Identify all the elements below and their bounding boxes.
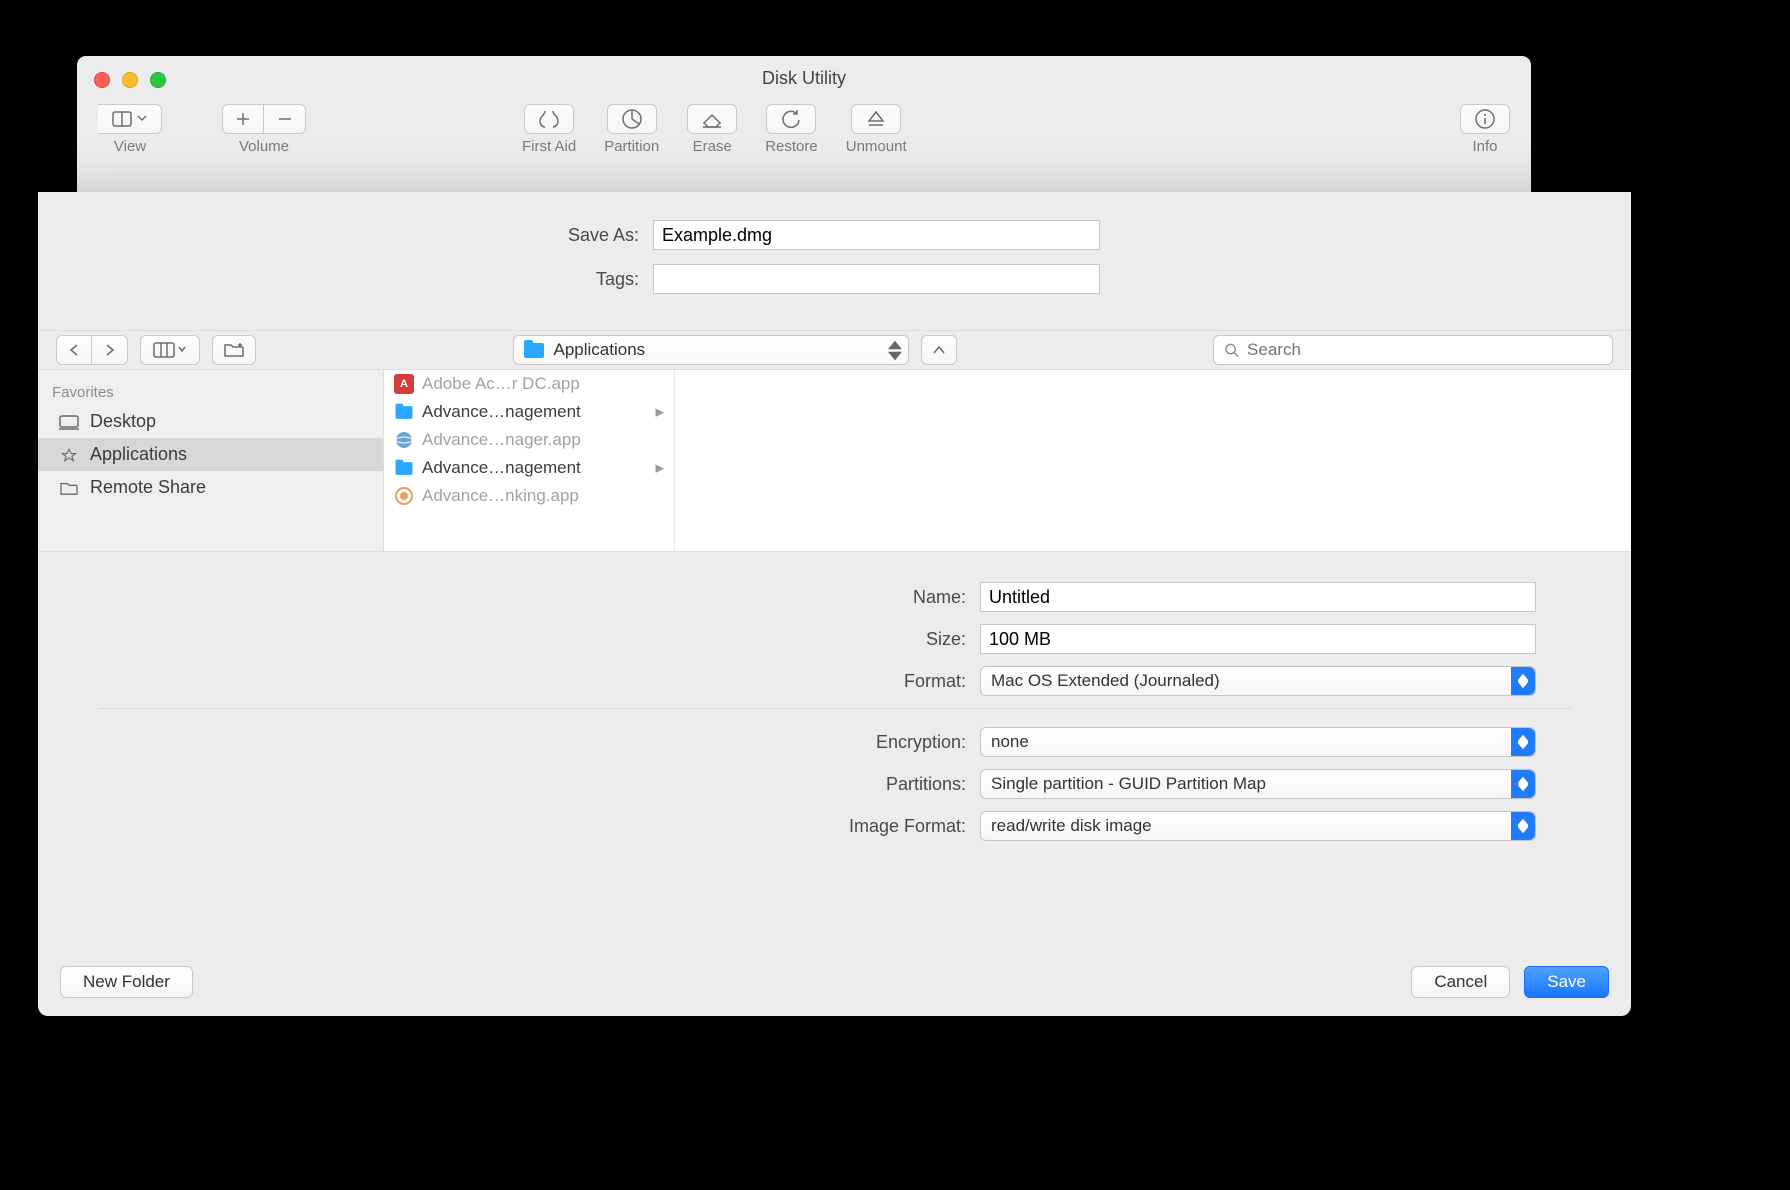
encryption-label: Encryption: xyxy=(98,732,980,753)
tags-label: Tags: xyxy=(38,269,653,290)
restore-button[interactable] xyxy=(766,104,816,134)
volume-label: Volume xyxy=(239,138,289,155)
partitions-label: Partitions: xyxy=(98,774,980,795)
file-item[interactable]: Advance…nagement ▸ xyxy=(384,398,674,426)
volume-remove-button[interactable] xyxy=(264,104,306,134)
file-item: Advance…nager.app xyxy=(384,426,674,454)
sidebar-item-label: Remote Share xyxy=(90,477,206,498)
file-item-label: Advance…nagement xyxy=(422,402,581,422)
group-button[interactable] xyxy=(212,335,256,365)
preview-pane xyxy=(675,370,1631,551)
chevron-right-icon: ▸ xyxy=(655,402,664,422)
nav-forward-button[interactable] xyxy=(92,335,128,365)
save-sheet: Save As: Tags: Applications xyxy=(38,192,1631,1016)
stepper-icon xyxy=(1511,812,1535,840)
sidebar-item-applications[interactable]: Applications xyxy=(38,438,383,471)
format-label: Format: xyxy=(98,671,980,692)
finder-sidebar: Favorites Desktop Applications Remote Shar… xyxy=(38,370,384,551)
search-icon xyxy=(1224,342,1239,358)
encryption-select[interactable]: none xyxy=(980,727,1536,757)
file-item[interactable]: Advance…nagement ▸ xyxy=(384,454,674,482)
first-aid-button[interactable] xyxy=(524,104,574,134)
image-format-label: Image Format: xyxy=(98,816,980,837)
location-label: Applications xyxy=(554,340,646,360)
volume-add-button[interactable] xyxy=(222,104,264,134)
save-button[interactable]: Save xyxy=(1524,966,1609,998)
file-item-label: Advance…nking.app xyxy=(422,486,579,506)
info-button[interactable] xyxy=(1460,104,1510,134)
sidebar-heading: Favorites xyxy=(38,380,383,405)
partition-button[interactable] xyxy=(607,104,657,134)
cancel-button[interactable]: Cancel xyxy=(1411,966,1510,998)
name-label: Name: xyxy=(98,587,980,608)
size-label: Size: xyxy=(98,629,980,650)
view-mode-button[interactable] xyxy=(140,335,200,365)
tags-field[interactable] xyxy=(653,264,1100,294)
save-as-label: Save As: xyxy=(38,225,653,246)
sidebar-item-remote-share[interactable]: Remote Share xyxy=(38,471,383,504)
view-label: View xyxy=(114,138,146,155)
stepper-icon xyxy=(1511,728,1535,756)
folder-icon xyxy=(524,343,544,358)
location-popup[interactable]: Applications xyxy=(513,335,909,365)
disk-utility-window: Disk Utility View Volume Fi xyxy=(77,56,1531,192)
new-folder-button[interactable]: New Folder xyxy=(60,966,193,998)
erase-button[interactable] xyxy=(687,104,737,134)
partitions-select[interactable]: Single partition - GUID Partition Map xyxy=(980,769,1536,799)
collapse-button[interactable] xyxy=(921,335,957,365)
divider xyxy=(98,708,1571,709)
format-select[interactable]: Mac OS Extended (Journaled) xyxy=(980,666,1536,696)
file-item: Advance…nking.app xyxy=(384,482,674,510)
size-field[interactable] xyxy=(980,624,1536,654)
image-format-select[interactable]: read/write disk image xyxy=(980,811,1536,841)
file-item-label: Adobe Ac…r DC.app xyxy=(422,374,580,394)
partition-label: Partition xyxy=(604,138,659,155)
first-aid-label: First Aid xyxy=(522,138,576,155)
search-field-wrap[interactable] xyxy=(1213,335,1613,365)
unmount-button[interactable] xyxy=(851,104,901,134)
file-item-label: Advance…nager.app xyxy=(422,430,581,450)
save-as-field[interactable] xyxy=(653,220,1100,250)
unmount-label: Unmount xyxy=(846,138,907,155)
stepper-icon xyxy=(888,340,902,361)
file-item-label: Advance…nagement xyxy=(422,458,581,478)
info-label: Info xyxy=(1472,138,1497,155)
file-item: AAdobe Ac…r DC.app xyxy=(384,370,674,398)
name-field[interactable] xyxy=(980,582,1536,612)
window-toolbar: View Volume First Aid Partition Erase xyxy=(98,104,1510,155)
sidebar-item-label: Applications xyxy=(90,444,187,465)
chevron-right-icon: ▸ xyxy=(655,458,664,478)
window-title: Disk Utility xyxy=(77,68,1531,89)
view-button[interactable] xyxy=(98,104,162,134)
stepper-icon xyxy=(1511,667,1535,695)
erase-label: Erase xyxy=(693,138,732,155)
restore-label: Restore xyxy=(765,138,818,155)
stepper-icon xyxy=(1511,770,1535,798)
file-column: AAdobe Ac…r DC.appAdvance…nagement▸Advan… xyxy=(384,370,675,551)
search-field[interactable] xyxy=(1247,340,1602,360)
sidebar-item-label: Desktop xyxy=(90,411,156,432)
nav-back-button[interactable] xyxy=(56,335,92,365)
sidebar-item-desktop[interactable]: Desktop xyxy=(38,405,383,438)
